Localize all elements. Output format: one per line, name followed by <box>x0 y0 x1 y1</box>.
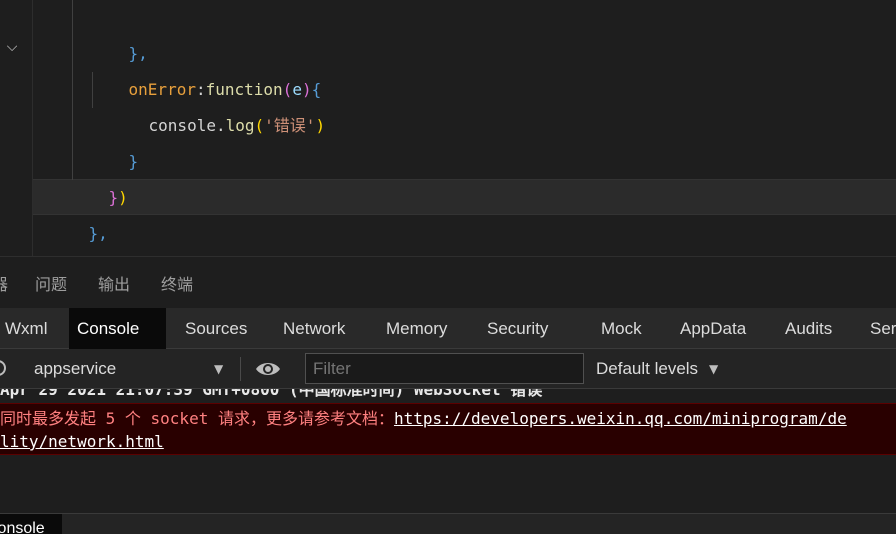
tab-sources[interactable]: Sources <box>177 308 255 349</box>
panel-tab-problems[interactable]: 问题 <box>35 273 67 297</box>
code-token: ) <box>315 116 326 135</box>
code-line: }, <box>50 180 108 243</box>
code-line: } <box>90 108 139 171</box>
console-output[interactable]: Apr 29 2021 21:07:39 GMT+0800 (中国标准时间) W… <box>0 389 896 513</box>
console-error-message: 同时最多发起 5 个 socket 请求，更多请参考文档：https://dev… <box>0 403 896 455</box>
code-token: '错误' <box>264 116 316 135</box>
console-drawer-bar: Console <box>0 513 896 534</box>
context-selector[interactable]: appservice <box>34 357 116 381</box>
tab-audits[interactable]: Audits <box>777 308 840 349</box>
devtools-tab-bar: Wxml Console Sources Network Memory Secu… <box>0 308 896 349</box>
log-levels-dropdown[interactable]: Default levels <box>596 357 698 381</box>
editor-gutter: ⌵ <box>0 0 33 256</box>
code-line: }) <box>70 144 128 207</box>
error-line: lity/network.html <box>0 431 164 453</box>
chevron-down-icon[interactable]: ⌵ <box>4 36 20 58</box>
tab-appdata[interactable]: AppData <box>672 308 754 349</box>
drawer-tab-console[interactable]: Console <box>0 514 62 534</box>
console-message: Apr 29 2021 21:07:39 GMT+0800 (中国标准时间) W… <box>0 389 543 399</box>
docs-link[interactable]: lity/network.html <box>0 432 164 451</box>
code-line: }, <box>90 0 148 63</box>
eye-icon[interactable] <box>254 358 282 380</box>
clear-console-icon[interactable] <box>0 360 6 376</box>
code-token: ( <box>254 116 265 135</box>
tab-console[interactable]: Console <box>69 308 166 349</box>
tab-memory[interactable]: Memory <box>378 308 455 349</box>
tab-mock[interactable]: Mock <box>593 308 650 349</box>
tab-network[interactable]: Network <box>275 308 353 349</box>
tab-security[interactable]: Security <box>479 308 556 349</box>
toolbar-divider <box>240 357 241 381</box>
console-toolbar: appservice ▼ Default levels ▼ <box>0 349 896 389</box>
code-token: }, <box>88 224 108 243</box>
code-token: . <box>215 116 226 135</box>
error-text: 同时最多发起 5 个 socket 请求，更多请参考文档： <box>0 409 394 428</box>
filter-input[interactable] <box>305 353 584 384</box>
tab-sensor[interactable]: Ser <box>862 308 896 349</box>
panel-tab-terminal[interactable]: 终端 <box>161 273 193 297</box>
code-token: } <box>108 188 119 207</box>
docs-link[interactable]: https://developers.weixin.qq.com/minipro… <box>394 409 847 428</box>
code-line: console.log('错误') <box>110 72 326 135</box>
panel-tab-debugger[interactable]: 器 <box>0 273 8 297</box>
error-line: 同时最多发起 5 个 socket 请求，更多请参考文档：https://dev… <box>0 408 847 430</box>
current-line-highlight <box>33 179 896 215</box>
drawer-tab-label: Console <box>0 520 45 534</box>
code-token: } <box>128 152 139 171</box>
tab-wxml[interactable]: Wxml <box>0 308 55 349</box>
dropdown-triangle-icon[interactable]: ▼ <box>709 357 718 381</box>
code-editor[interactable]: ⌵ }, onError:function(e){ console.log('错… <box>0 0 896 256</box>
code-line: onError:function(e){ <box>90 36 322 99</box>
dropdown-triangle-icon[interactable]: ▼ <box>214 357 223 381</box>
panel-tab-output[interactable]: 输出 <box>98 273 130 297</box>
code-token: console <box>148 116 216 135</box>
panel-tab-bar: 器 问题 输出 终端 <box>0 256 896 308</box>
code-token: log <box>225 116 255 135</box>
code-token: ) <box>118 188 128 207</box>
